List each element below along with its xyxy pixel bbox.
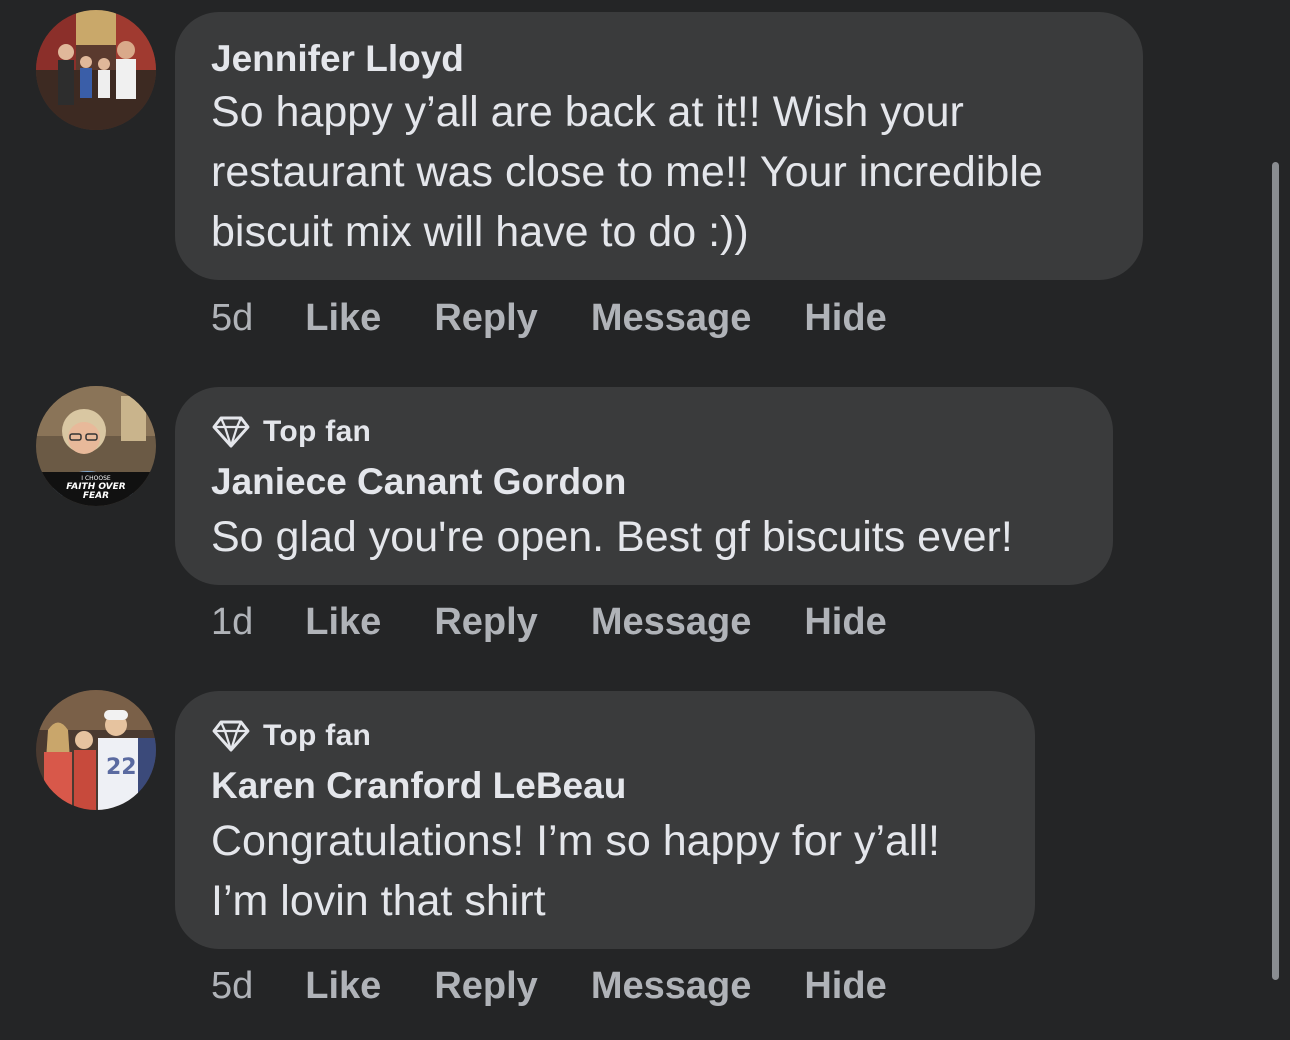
scrollbar[interactable]	[1272, 162, 1279, 980]
comment-actions: 1d Like Reply Message Hide	[211, 601, 940, 644]
avatar[interactable]: 22	[36, 690, 156, 810]
message-button[interactable]: Message	[591, 965, 752, 1008]
reply-button[interactable]: Reply	[434, 965, 537, 1008]
comment-bubble: Top fan Janiece Canant Gordon So glad yo…	[175, 387, 1113, 585]
hide-button[interactable]: Hide	[804, 601, 886, 644]
like-button[interactable]: Like	[305, 297, 381, 340]
diamond-icon	[211, 719, 251, 753]
comment-actions: 5d Like Reply Message Hide	[211, 297, 940, 340]
comment-author[interactable]: Karen Cranford LeBeau	[211, 765, 626, 807]
badge-label: Top fan	[263, 415, 372, 448]
badge-label: Top fan	[263, 719, 372, 752]
reply-button[interactable]: Reply	[434, 297, 537, 340]
comment-actions: 5d Like Reply Message Hide	[211, 965, 940, 1008]
hide-button[interactable]: Hide	[804, 297, 886, 340]
reply-button[interactable]: Reply	[434, 601, 537, 644]
like-button[interactable]: Like	[305, 965, 381, 1008]
like-button[interactable]: Like	[305, 601, 381, 644]
comment-timestamp[interactable]: 1d	[211, 601, 253, 644]
hide-button[interactable]: Hide	[804, 965, 886, 1008]
message-button[interactable]: Message	[591, 297, 752, 340]
comment-author[interactable]: Janiece Canant Gordon	[211, 461, 626, 503]
comment-timestamp[interactable]: 5d	[211, 297, 253, 340]
message-button[interactable]: Message	[591, 601, 752, 644]
top-fan-badge: Top fan	[211, 719, 371, 753]
avatar[interactable]	[36, 10, 156, 130]
comment-author[interactable]: Jennifer Lloyd	[211, 38, 464, 80]
comment-text: So glad you're open. Best gf biscuits ev…	[211, 513, 1013, 561]
top-fan-badge: Top fan	[211, 415, 371, 449]
comment-bubble: Jennifer Lloyd So happy y’all are back a…	[175, 12, 1143, 280]
comment-timestamp[interactable]: 5d	[211, 965, 253, 1008]
diamond-icon	[211, 415, 251, 449]
comments-thread: Jennifer Lloyd So happy y’all are back a…	[0, 0, 1290, 1040]
comment-bubble: Top fan Karen Cranford LeBeau Congratula…	[175, 691, 1035, 949]
comment-text: Congratulations! I’m so happy for y’all!…	[211, 817, 940, 925]
avatar-caption: FEAR	[82, 491, 110, 501]
comment-text: So happy y’all are back at it!! Wish you…	[211, 88, 1043, 256]
svg-text:22: 22	[106, 755, 137, 780]
avatar[interactable]: I CHOOSE FAITH OVER FEAR	[36, 386, 156, 506]
